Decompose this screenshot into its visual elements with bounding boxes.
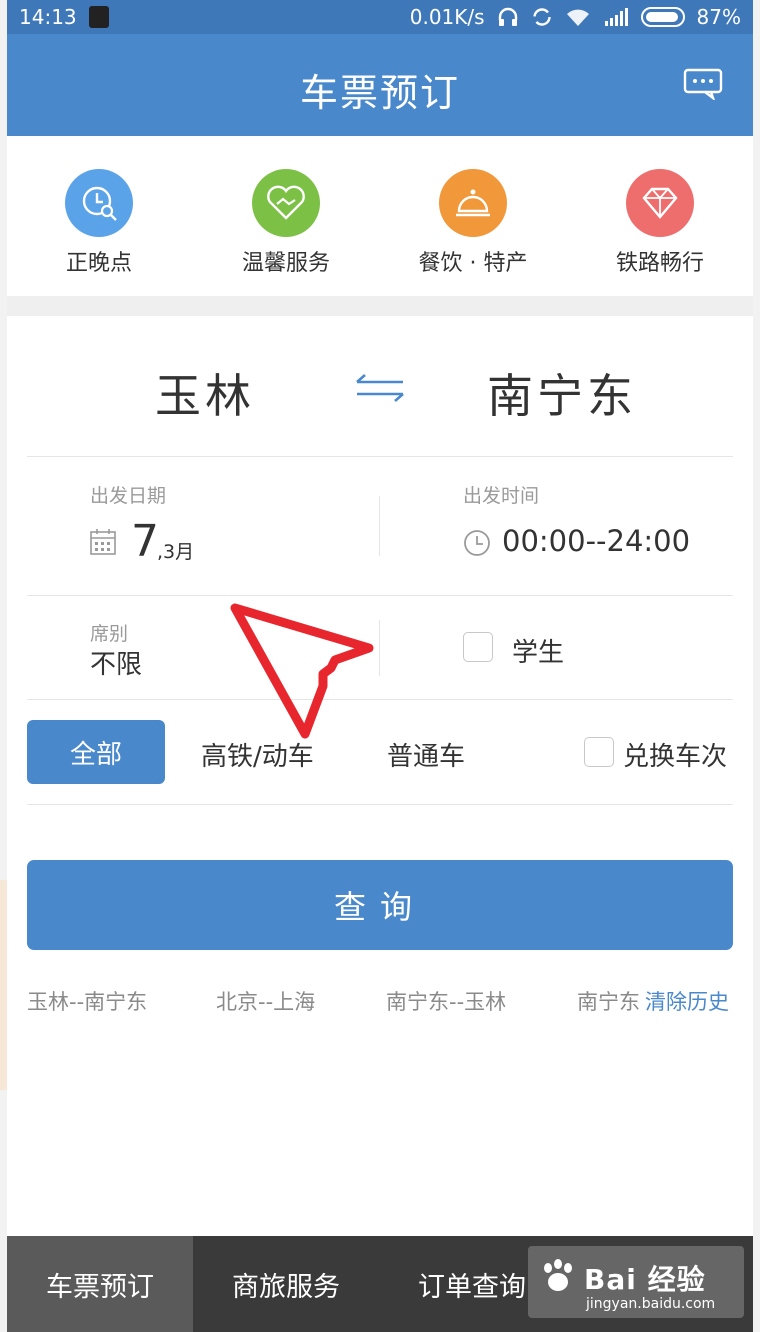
sync-icon — [532, 8, 551, 26]
quick-item-label: 餐饮 · 特产 — [418, 251, 528, 276]
quick-item-service[interactable]: 温馨服务 — [206, 169, 366, 277]
paw-logo-icon — [544, 1259, 572, 1291]
tab-normal-train[interactable]: 普通车 — [387, 736, 465, 773]
quick-item-label: 正晚点 — [65, 251, 132, 276]
from-station[interactable]: 玉林 — [155, 360, 255, 426]
search-button[interactable]: 查询 — [27, 860, 733, 950]
exchange-checkbox[interactable] — [584, 737, 614, 767]
date-day[interactable]: 7 — [131, 516, 159, 567]
history-item[interactable]: 玉林--南宁东 — [27, 986, 147, 1016]
food-dome-icon — [439, 169, 507, 237]
baidu-watermark: Bai 经验 jingyan.baidu.com — [528, 1246, 744, 1318]
network-speed: 0.01K/s — [409, 5, 485, 29]
status-time: 14:13 — [19, 5, 77, 29]
time-label: 出发时间 — [463, 485, 540, 507]
quick-item-delay[interactable]: 正晚点 — [19, 169, 179, 277]
exchange-label: 兑换车次 — [623, 742, 728, 772]
divider — [27, 595, 733, 596]
clear-history-link[interactable]: 清除历史 — [643, 986, 729, 1016]
calendar-icon — [90, 529, 116, 555]
history-item[interactable]: 南宁东 — [577, 986, 639, 1016]
student-label: 学生 — [512, 638, 565, 668]
quick-item-travel[interactable]: 铁路畅行 — [580, 169, 740, 277]
app-frame: 14:13 0.01K/s 87% 车票预订 正晚点 温馨服务 餐饮 · 特产 … — [7, 0, 753, 1332]
battery-icon — [640, 7, 685, 27]
clock-icon — [464, 530, 490, 556]
quick-item-label: 铁路畅行 — [615, 251, 704, 276]
wifi-icon — [566, 9, 589, 26]
pointer-arrow-annotation — [230, 603, 374, 739]
message-icon[interactable] — [683, 68, 723, 100]
swap-stations-icon[interactable] — [349, 370, 411, 406]
diamond-icon — [626, 169, 694, 237]
title-bar: 车票预订 — [7, 34, 753, 136]
watermark-url: jingyan.baidu.com — [586, 1296, 716, 1312]
quick-item-label: 温馨服务 — [241, 251, 330, 276]
divider-vertical — [379, 496, 380, 556]
date-label: 出发日期 — [90, 485, 167, 507]
quick-services: 正晚点 温馨服务 餐饮 · 特产 铁路畅行 — [7, 136, 753, 296]
nav-ticket-booking[interactable]: 车票预订 — [7, 1236, 193, 1332]
seat-value[interactable]: 不限 — [90, 644, 142, 681]
watermark-brand: Bai 经验 — [584, 1263, 706, 1296]
signal-icon — [604, 8, 628, 26]
page-title: 车票预订 — [299, 71, 460, 115]
to-station[interactable]: 南宁东 — [487, 360, 637, 426]
route-selector: 玉林 南宁东 — [7, 316, 753, 456]
student-checkbox[interactable] — [463, 632, 493, 662]
heart-handshake-icon — [252, 169, 320, 237]
divider — [27, 804, 733, 805]
battery-percent: 87% — [696, 5, 741, 29]
section-gap — [7, 296, 753, 316]
quick-item-food[interactable]: 餐饮 · 特产 — [393, 169, 553, 277]
headphones-icon — [498, 7, 517, 26]
notification-icon — [88, 6, 109, 28]
nav-business-service[interactable]: 商旅服务 — [193, 1236, 379, 1332]
date-month: ,3月 — [157, 541, 195, 563]
history-item[interactable]: 北京--上海 — [216, 986, 315, 1016]
tab-all-trains[interactable]: 全部 — [27, 720, 165, 784]
clock-search-icon — [65, 169, 133, 237]
history-item[interactable]: 南宁东--玉林 — [386, 986, 506, 1016]
seat-label: 席别 — [90, 623, 129, 645]
divider — [27, 456, 733, 457]
status-bar: 14:13 0.01K/s 87% — [7, 0, 753, 34]
time-range[interactable]: 00:00--24:00 — [502, 524, 690, 558]
left-edge-decoration — [0, 880, 7, 1090]
